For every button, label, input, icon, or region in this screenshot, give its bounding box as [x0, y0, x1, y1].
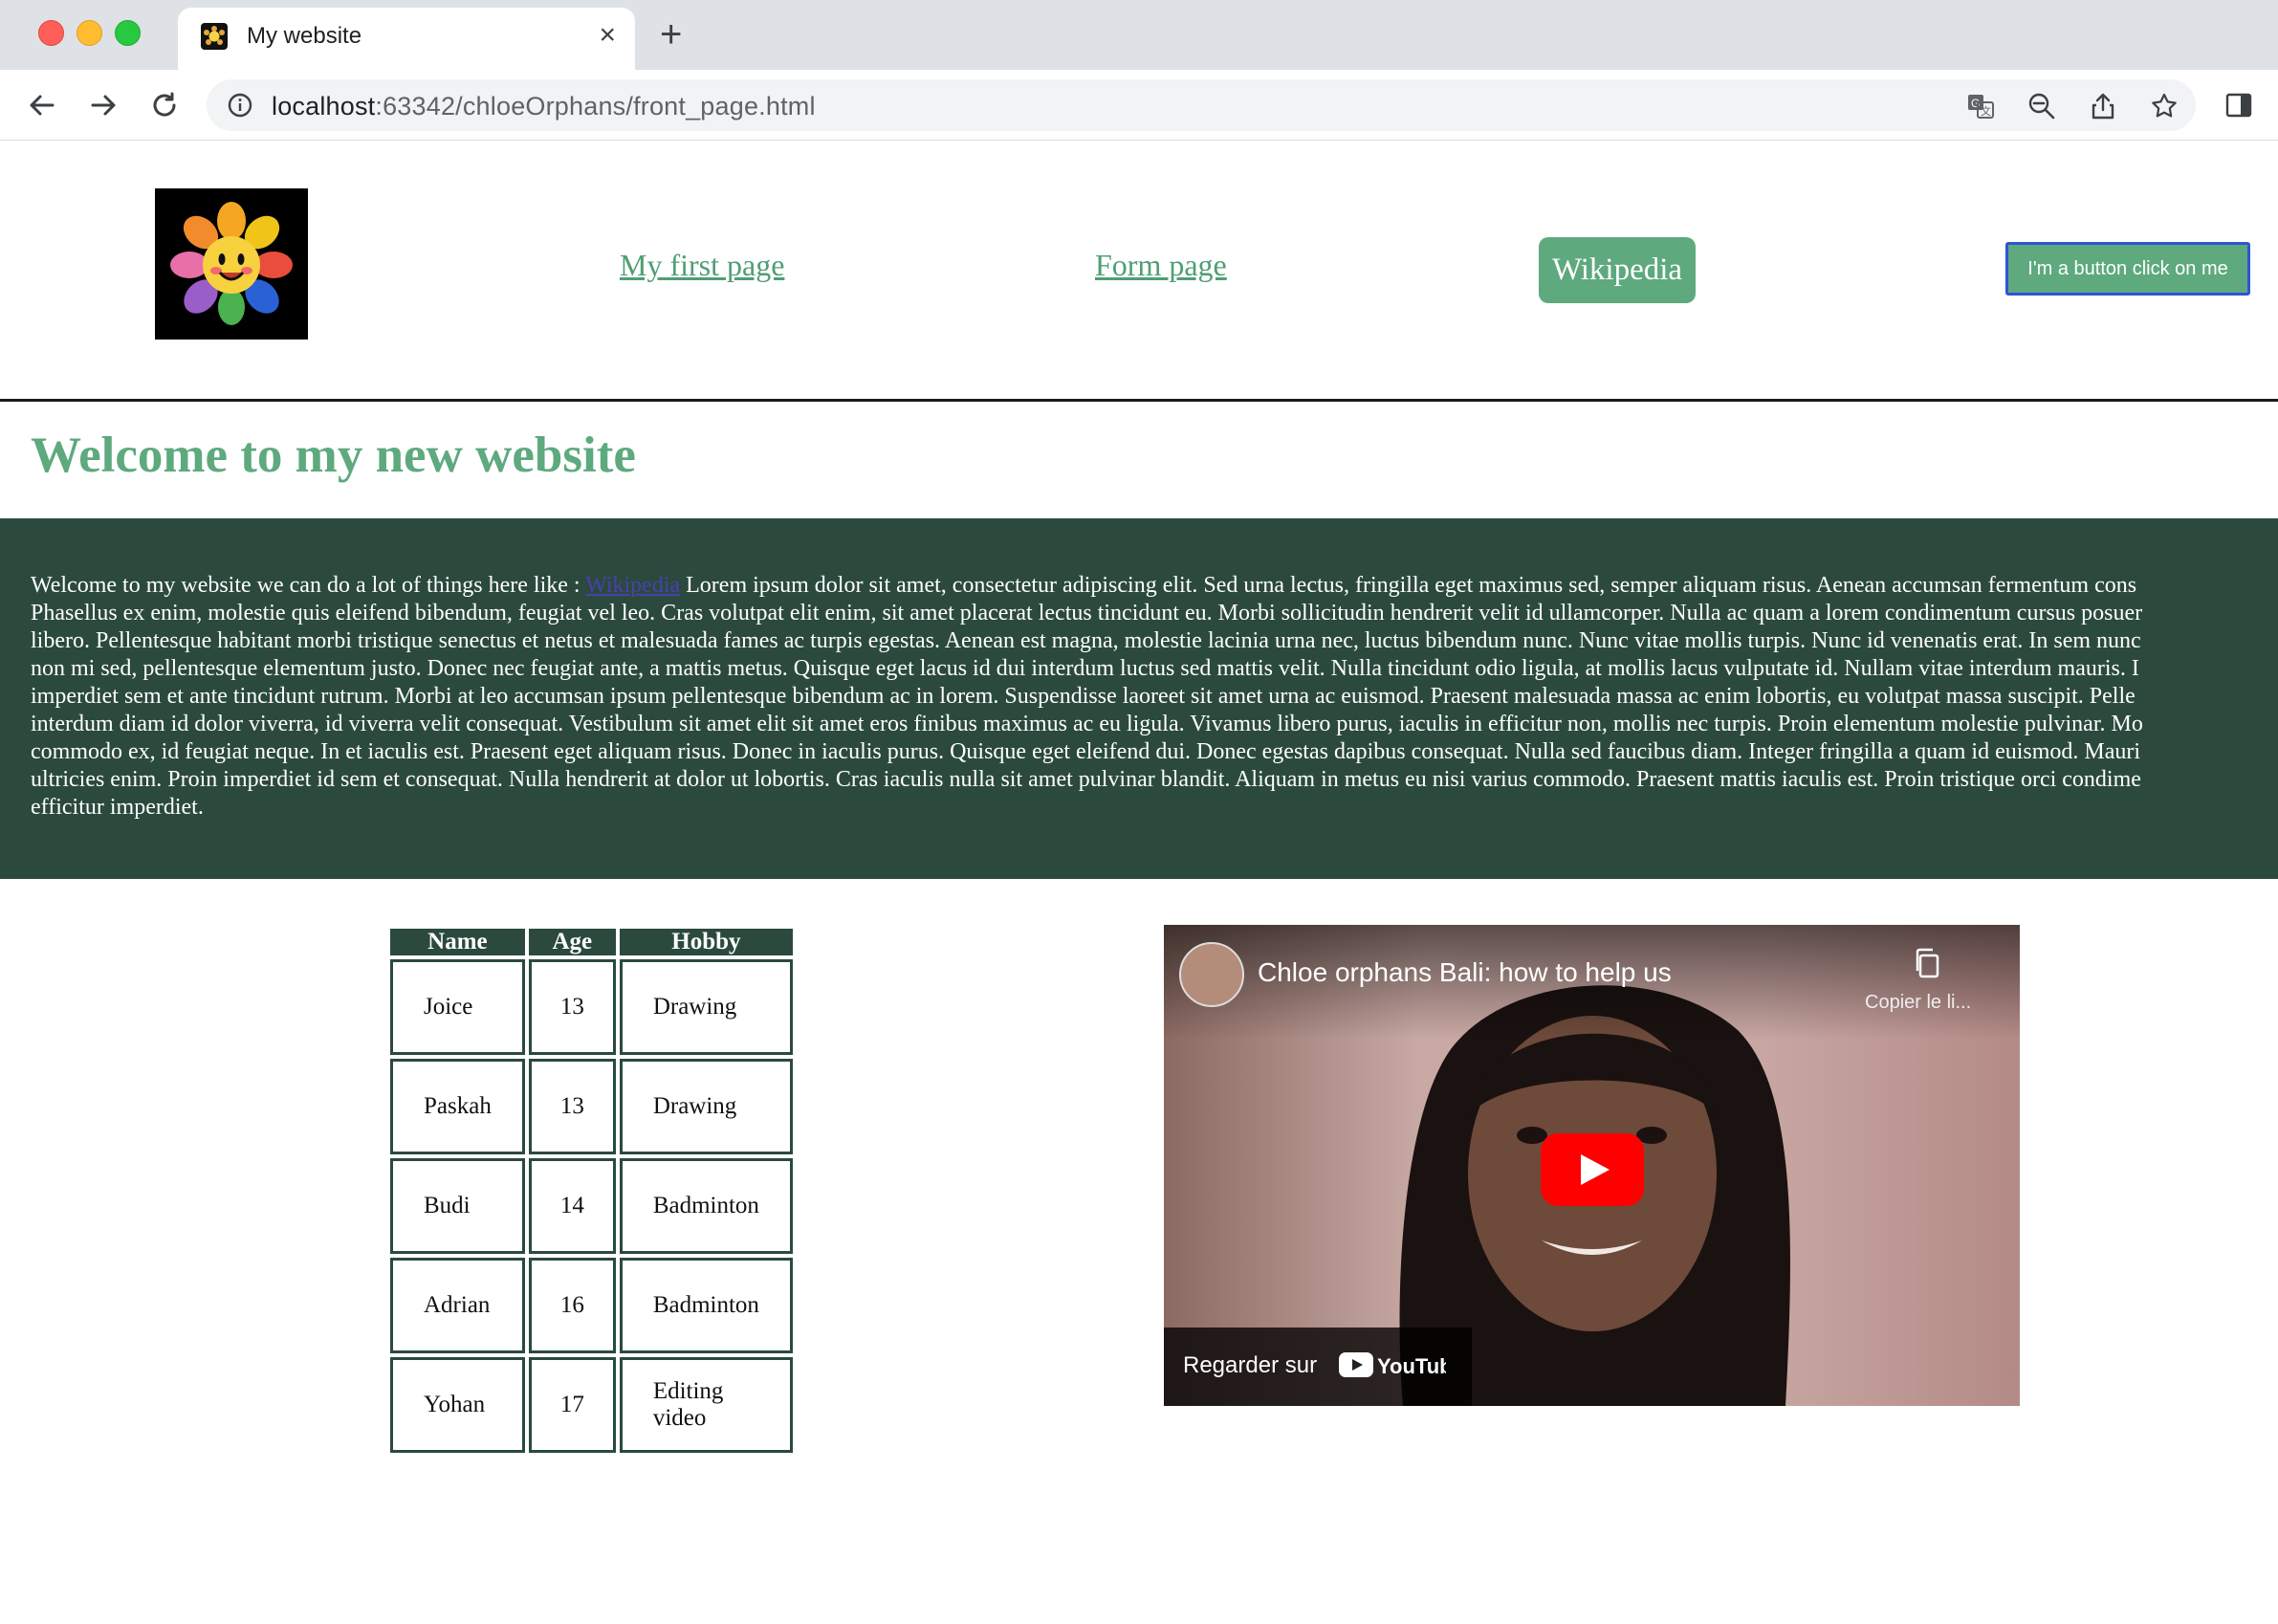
side-panel-icon[interactable] [2224, 91, 2253, 120]
cell-name: Paskah [390, 1059, 525, 1154]
video-title[interactable]: Chloe orphans Bali: how to help us [1258, 957, 1672, 988]
cell-name: Adrian [390, 1258, 525, 1353]
lorem-line-8: ultricies enim. Proin imperdiet id sem e… [31, 767, 2141, 792]
copy-link-label[interactable]: Copier le li... [1865, 992, 1971, 1014]
star-icon[interactable] [2150, 92, 2179, 121]
nav-link-first-page[interactable]: My first page [620, 248, 784, 283]
reload-icon[interactable] [145, 86, 184, 124]
address-bar[interactable]: localhost:63342/chloeOrphans/front_page.… [207, 79, 2196, 131]
copy-icon[interactable] [1912, 946, 1944, 985]
wikipedia-inline-link[interactable]: Wikipedia [585, 573, 680, 598]
svg-text:文: 文 [1981, 104, 1991, 118]
table-row: Joice 13 Drawing [390, 959, 793, 1055]
children-table-container: Name Age Hobby Joice 13 Drawing Paskah 1… [386, 925, 797, 1457]
lorem-line-7: commodo ex, id feugiat neque. In et iacu… [31, 739, 2141, 764]
url-path: :63342/chloeOrphans/front_page.html [375, 92, 816, 121]
cell-hobby: Drawing [619, 959, 793, 1055]
lorem-line-1: Lorem ipsum dolor sit amet, consectetur … [680, 573, 2137, 598]
cell-name: Yohan [390, 1357, 525, 1453]
nav-link-form-page[interactable]: Form page [1095, 248, 1227, 283]
table-row: Adrian 16 Badminton [390, 1258, 793, 1353]
browser-tab-active[interactable]: My website × [178, 8, 635, 70]
lorem-line-9: efficitur imperdiet. [31, 795, 204, 820]
lorem-line-6: interdum diam id dolor viverra, id viver… [31, 712, 2143, 736]
lorem-line-5: imperdiet sem et ante tincidunt rutrum. … [31, 684, 2136, 709]
youtube-logo: YouTube [1339, 1350, 1464, 1384]
intro-text: Welcome to my website we can do a lot of… [31, 573, 586, 598]
tab-title: My website [247, 23, 362, 49]
window-close-button[interactable] [38, 20, 64, 46]
table-header-row: Name Age Hobby [390, 929, 793, 955]
column-header-age: Age [528, 929, 616, 955]
table-row: Paskah 13 Drawing [390, 1059, 793, 1154]
table-row: Yohan 17 Editing video [390, 1357, 793, 1453]
cell-hobby: Badminton [619, 1258, 793, 1353]
cell-age: 13 [528, 959, 616, 1055]
channel-avatar[interactable] [1179, 942, 1244, 1007]
intro-banner: Welcome to my website we can do a lot of… [0, 518, 2278, 879]
lorem-line-2: Phasellus ex enim, molestie quis eleifen… [31, 601, 2143, 625]
youtube-wordmark: YouTube [1377, 1354, 1446, 1378]
browser-toolbar: localhost:63342/chloeOrphans/front_page.… [0, 70, 2278, 141]
cell-age: 17 [528, 1357, 616, 1453]
cell-name: Budi [390, 1158, 525, 1254]
zoom-out-icon[interactable] [2027, 92, 2056, 121]
page-title: Welcome to my new website [31, 428, 636, 483]
cell-age: 16 [528, 1258, 616, 1353]
click-me-button[interactable]: I'm a button click on me [2005, 242, 2250, 296]
cell-name: Joice [390, 959, 525, 1055]
column-header-name: Name [390, 929, 525, 955]
new-tab-button[interactable]: + [660, 15, 682, 54]
tab-favicon-icon [201, 23, 228, 50]
window-zoom-button[interactable] [115, 20, 141, 46]
translate-icon[interactable]: G文 [1966, 92, 1995, 121]
cell-hobby: Drawing [619, 1059, 793, 1154]
browser-tab-bar: My website × + [0, 0, 2278, 70]
url-host: localhost [272, 92, 376, 121]
cell-age: 14 [528, 1158, 616, 1254]
lorem-line-4: non mi sed, pellentesque elementum justo… [31, 656, 2139, 681]
forward-icon[interactable] [84, 86, 122, 124]
flower-logo[interactable] [155, 188, 308, 340]
lorem-line-3: libero. Pellentesque habitant morbi tris… [31, 628, 2141, 653]
watch-on-youtube[interactable]: Regarder sur YouTube [1164, 1328, 1472, 1406]
watch-on-label: Regarder sur [1183, 1352, 1318, 1378]
site-header: My first page Form page Wikipedia I'm a … [0, 141, 2278, 402]
url-text[interactable]: localhost:63342/chloeOrphans/front_page.… [272, 92, 816, 121]
info-icon[interactable] [228, 93, 252, 118]
table-row: Budi 14 Badminton [390, 1158, 793, 1254]
column-header-hobby: Hobby [619, 929, 793, 955]
back-icon[interactable] [23, 86, 61, 124]
nav-link-wikipedia[interactable]: Wikipedia [1539, 237, 1696, 303]
window-minimize-button[interactable] [77, 20, 102, 46]
youtube-embed[interactable]: Chloe orphans Bali: how to help us Copie… [1164, 925, 2020, 1406]
play-icon[interactable] [1541, 1133, 1644, 1211]
share-icon[interactable] [2089, 92, 2117, 121]
cell-age: 13 [528, 1059, 616, 1154]
tab-close-icon[interactable]: × [599, 19, 616, 52]
children-table: Name Age Hobby Joice 13 Drawing Paskah 1… [386, 925, 797, 1457]
cell-hobby: Badminton [619, 1158, 793, 1254]
intro-paragraph: Welcome to my website we can do a lot of… [31, 572, 2278, 822]
cell-hobby: Editing video [619, 1357, 793, 1453]
